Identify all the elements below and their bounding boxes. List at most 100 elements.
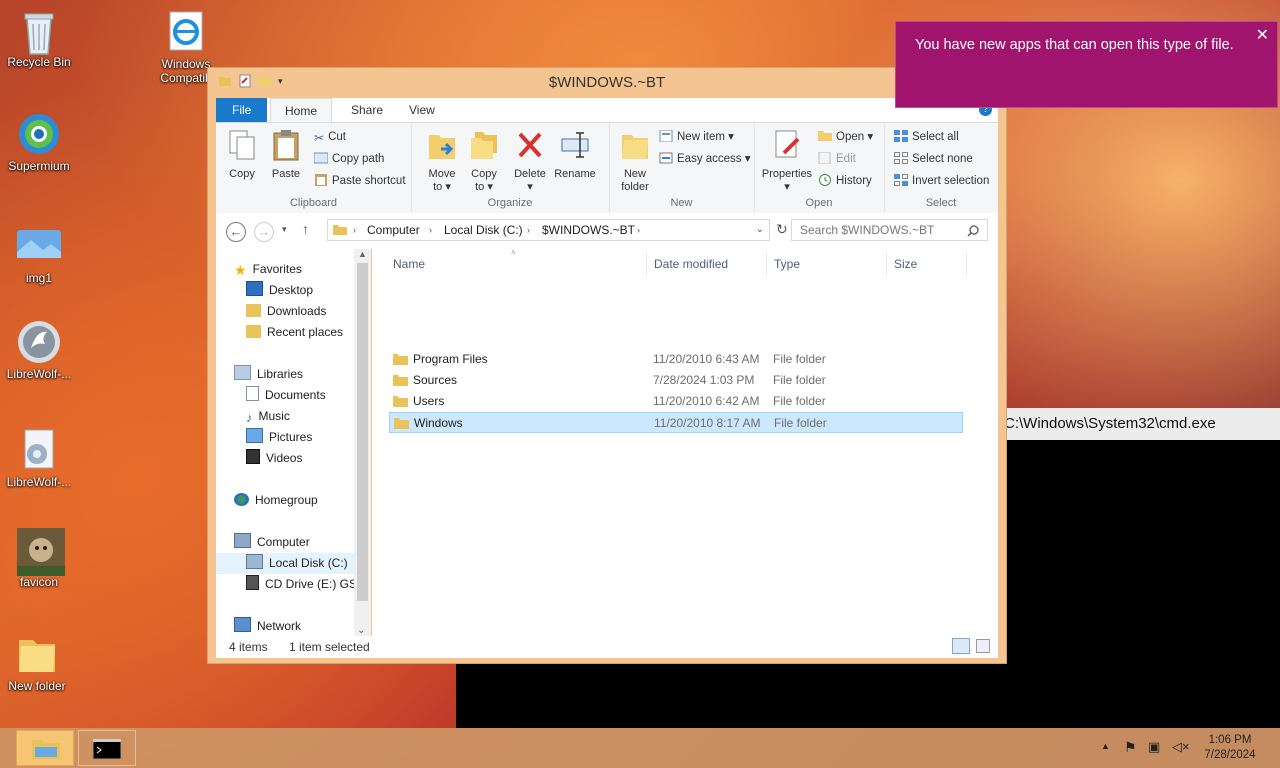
- file-explorer-window[interactable]: ▾ $WINDOWS.~BT File Home Share View ? Co…: [207, 67, 1007, 664]
- details-view-icon[interactable]: [952, 638, 970, 654]
- desktop-icon-recycle-bin[interactable]: Recycle Bin: [1, 8, 77, 69]
- nav-cd-drive[interactable]: CD Drive (E:) GSP: [246, 574, 362, 595]
- delete-button[interactable]: Delete ▾: [509, 129, 551, 194]
- up-arrow-icon[interactable]: ↑: [302, 221, 309, 237]
- select-none-button[interactable]: Select none: [894, 150, 973, 168]
- cut-button[interactable]: ✂ Cut: [314, 128, 346, 146]
- nav-favorites[interactable]: ★ Favorites: [234, 259, 302, 280]
- nav-scrollbar-thumb[interactable]: [357, 263, 368, 601]
- file-list[interactable]: ˄ Name Date modified Type Size Program F…: [372, 248, 998, 636]
- recycle-bin-icon: [17, 8, 61, 55]
- nav-local-disk[interactable]: Local Disk (C:): [216, 553, 362, 574]
- address-bar[interactable]: › Computer › Local Disk (C:) › $WINDOWS.…: [327, 219, 770, 241]
- network-status-icon[interactable]: ▣: [1148, 739, 1160, 755]
- edit-button[interactable]: Edit: [818, 150, 856, 168]
- desktop-icon-librewolf-1[interactable]: LibreWolf-...: [1, 320, 77, 381]
- tab-view[interactable]: View: [395, 98, 449, 122]
- move-to-button[interactable]: Move to ▾: [421, 129, 463, 194]
- nav-label: Videos: [266, 451, 303, 465]
- column-header-date-modified[interactable]: Date modified: [654, 257, 728, 271]
- desktop-icon-new-folder[interactable]: New folder: [0, 632, 75, 693]
- history-button[interactable]: History: [818, 172, 872, 190]
- properties-dropdown[interactable]: ▾: [758, 181, 816, 194]
- copy-path-button[interactable]: Copy path: [314, 150, 384, 168]
- column-header-name[interactable]: Name: [393, 257, 425, 271]
- new-item-icon: [659, 130, 673, 142]
- address-dropdown-chevron-icon[interactable]: ⌄: [756, 220, 764, 240]
- nav-pictures[interactable]: Pictures: [246, 427, 312, 448]
- selection-count: 1 item selected: [289, 640, 370, 654]
- column-header-type[interactable]: Type: [774, 257, 800, 271]
- file-row-selected[interactable]: Windows 11/20/2010 8:17 AM File folder: [389, 412, 963, 433]
- file-row[interactable]: Program Files 11/20/2010 6:43 AM File fo…: [389, 349, 963, 370]
- tab-share[interactable]: Share: [337, 98, 397, 122]
- properties-button[interactable]: Properties ▾: [758, 129, 816, 194]
- desktop-icon-label: LibreWolf-...: [6, 475, 72, 489]
- new-item-button[interactable]: New item ▾: [659, 128, 734, 146]
- close-icon[interactable]: ✕: [1256, 26, 1269, 46]
- nav-documents[interactable]: Documents: [246, 385, 326, 406]
- forward-button[interactable]: →: [254, 222, 274, 242]
- desktop-icon-librewolf-2[interactable]: LibreWolf-...: [1, 428, 77, 489]
- breadcrumb-local-disk[interactable]: Local Disk (C:): [444, 220, 523, 240]
- explorer-titlebar[interactable]: ▾ $WINDOWS.~BT: [208, 68, 1006, 96]
- nav-network[interactable]: Network: [234, 616, 301, 637]
- paste-button[interactable]: Paste: [266, 129, 306, 181]
- recent-locations-chevron-icon[interactable]: ▾: [282, 224, 287, 235]
- select-all-button[interactable]: Select all: [894, 128, 959, 146]
- nav-music[interactable]: ♪ Music: [246, 406, 290, 427]
- desktop-icon-supermium[interactable]: Supermium: [1, 112, 77, 173]
- nav-libraries[interactable]: Libraries: [234, 364, 303, 385]
- folder-icon: [393, 354, 408, 365]
- nav-videos[interactable]: Videos: [246, 448, 302, 469]
- invert-selection-button[interactable]: Invert selection: [894, 172, 989, 190]
- open-button[interactable]: Open ▾: [818, 128, 873, 146]
- column-separator[interactable]: [886, 253, 887, 275]
- search-input[interactable]: Search $WINDOWS.~BT: [791, 219, 988, 241]
- column-header-size[interactable]: Size: [894, 257, 917, 271]
- column-separator[interactable]: [766, 253, 767, 275]
- nav-scrollbar[interactable]: ▲ ⌄: [354, 249, 371, 636]
- invert-selection-icon: [894, 174, 908, 186]
- breadcrumb-computer[interactable]: Computer: [367, 220, 420, 240]
- column-separator[interactable]: [966, 253, 967, 275]
- scroll-up-icon[interactable]: ▲: [358, 249, 367, 259]
- show-hidden-icons-chevron-icon[interactable]: ▲: [1101, 741, 1110, 751]
- tab-home[interactable]: Home: [270, 98, 333, 122]
- select-none-label: Select none: [912, 153, 973, 165]
- desktop-icon-favicon[interactable]: favicon: [1, 528, 77, 589]
- volume-muted-icon[interactable]: ◁×: [1172, 739, 1190, 755]
- notification-toast[interactable]: You have new apps that can open this typ…: [895, 21, 1278, 108]
- breadcrumb-windows-bt[interactable]: $WINDOWS.~BT: [542, 220, 635, 240]
- back-button[interactable]: ←: [226, 222, 246, 242]
- copy-to-button[interactable]: Copy to ▾: [463, 129, 505, 194]
- tab-file[interactable]: File: [216, 98, 268, 122]
- file-row[interactable]: Users 11/20/2010 6:42 AM File folder: [389, 391, 963, 412]
- refresh-icon[interactable]: ↻: [776, 221, 788, 238]
- nav-computer[interactable]: Computer: [234, 532, 310, 553]
- copy-button[interactable]: Copy: [222, 129, 262, 181]
- rename-button[interactable]: Rename: [551, 129, 599, 181]
- nav-downloads[interactable]: Downloads: [246, 301, 326, 322]
- action-center-flag-icon[interactable]: ⚑: [1124, 739, 1137, 756]
- scroll-down-icon[interactable]: ⌄: [357, 625, 365, 636]
- nav-desktop[interactable]: Desktop: [246, 280, 313, 301]
- new-folder-button[interactable]: New folder: [615, 129, 655, 194]
- taskbar: ▲ ⚑ ▣ ◁× 1:06 PM 7/28/2024: [0, 728, 1280, 768]
- easy-access-button[interactable]: Easy access ▾: [659, 150, 751, 168]
- navigation-pane[interactable]: ★ Favorites Desktop Downloads Recent plac…: [216, 249, 362, 636]
- file-row[interactable]: Sources 7/28/2024 1:03 PM File folder: [389, 370, 963, 391]
- ribbon-group-clipboard: Copy Paste ✂ Cut Copy path Paste shortcut…: [216, 123, 412, 213]
- taskbar-file-explorer-button[interactable]: [16, 730, 74, 766]
- breadcrumb-separator-icon: ›: [527, 225, 530, 235]
- paste-shortcut-button[interactable]: Paste shortcut: [314, 172, 406, 190]
- taskbar-cmd-button[interactable]: [78, 730, 136, 766]
- desktop-icon-img1[interactable]: img1: [1, 224, 77, 285]
- large-icons-view-icon[interactable]: [976, 639, 990, 653]
- delete-dropdown[interactable]: ▾: [509, 181, 551, 194]
- nav-homegroup[interactable]: Homegroup: [234, 490, 318, 511]
- system-clock[interactable]: 1:06 PM 7/28/2024: [1195, 733, 1265, 763]
- nav-recent-places[interactable]: Recent places: [246, 322, 343, 343]
- file-type: File folder: [774, 416, 827, 430]
- column-separator[interactable]: [646, 253, 647, 275]
